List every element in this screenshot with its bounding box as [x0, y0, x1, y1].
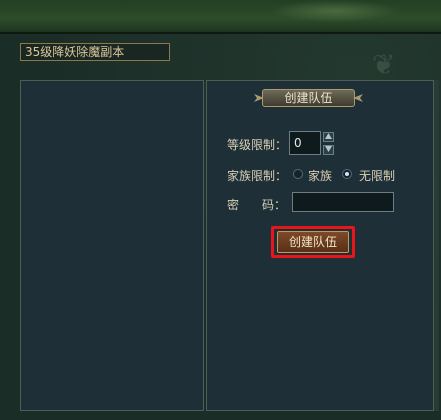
level-up-button[interactable] [323, 132, 334, 142]
create-team-button[interactable]: 创建队伍 [277, 231, 349, 253]
dungeon-title: 35级降妖除魔副本 [20, 43, 170, 61]
scrollbar[interactable] [434, 80, 439, 411]
password-label-part2: 码： [262, 198, 287, 212]
dragon-ornament-icon: ❦ [372, 48, 396, 81]
password-label-part1: 密 [227, 198, 240, 212]
clan-radio-unlimited[interactable] [342, 169, 352, 179]
level-limit-input[interactable]: 0 [289, 131, 321, 155]
create-team-header-label: 创建队伍 [262, 89, 355, 107]
password-input[interactable] [292, 192, 394, 212]
clan-option-unlimited: 无限制 [359, 169, 396, 183]
triangle-down-icon [325, 146, 332, 152]
clan-radio-family[interactable] [293, 169, 303, 179]
triangle-up-icon [325, 133, 332, 139]
top-banner [0, 0, 441, 34]
team-list-pane[interactable] [20, 80, 204, 411]
banner-glow [270, 0, 400, 22]
create-team-header: 创建队伍 [252, 88, 365, 108]
level-limit-label: 等级限制： [227, 138, 288, 152]
clan-option-family: 家族 [308, 169, 333, 183]
ornament-wing-right-icon [353, 94, 363, 102]
level-down-button[interactable] [323, 145, 334, 155]
clan-limit-label: 家族限制： [227, 169, 288, 183]
